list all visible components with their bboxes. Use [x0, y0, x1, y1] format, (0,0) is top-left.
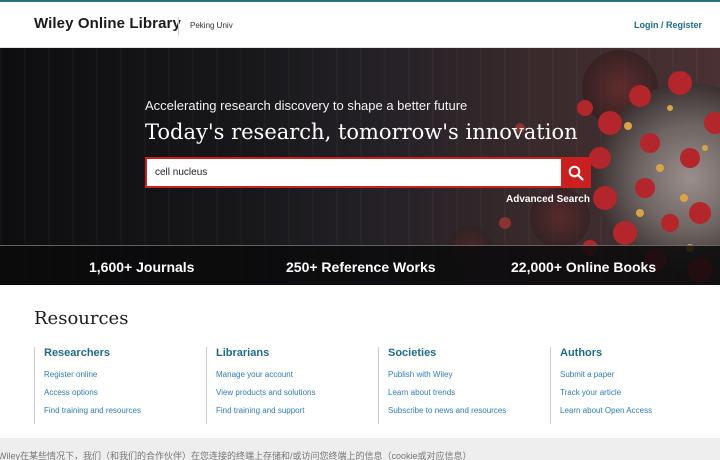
hero-tagline: Accelerating research discovery to shape…	[145, 98, 468, 113]
cookie-banner-text: Wiley在某些情况下，我们（和我们的合作伙伴）在您连接的终端上存储和/或访问您…	[0, 451, 472, 460]
search-input[interactable]	[147, 159, 562, 186]
link-learn-open-access[interactable]: Learn about Open Access	[560, 402, 710, 420]
link-learn-trends[interactable]: Learn about trends	[388, 384, 538, 402]
link-find-training-resources[interactable]: Find training and resources	[44, 402, 194, 420]
advanced-search-link[interactable]: Advanced Search	[506, 194, 590, 205]
column-title-authors[interactable]: Authors	[560, 347, 710, 359]
link-register-online[interactable]: Register online	[44, 366, 194, 384]
resources-column-societies: Societies Publish with Wiley Learn about…	[378, 347, 538, 424]
search-icon	[568, 165, 584, 181]
resources-column-researchers: Researchers Register online Access optio…	[34, 347, 194, 424]
link-manage-account[interactable]: Manage your account	[216, 366, 366, 384]
hero-headline: Today's research, tomorrow's innovation	[145, 120, 578, 144]
site-logo[interactable]: Wiley Online Library	[34, 15, 181, 32]
stats-bar: 1,600+ Journals 250+ Reference Works 22,…	[0, 245, 720, 285]
link-publish-with-wiley[interactable]: Publish with Wiley	[388, 366, 538, 384]
link-view-products[interactable]: View products and solutions	[216, 384, 366, 402]
link-find-training-support[interactable]: Find training and support	[216, 402, 366, 420]
stat-reference-works[interactable]: 250+ Reference Works	[286, 259, 436, 275]
link-track-article[interactable]: Track your article	[560, 384, 710, 402]
site-header: Wiley Online Library Peking Univ Login /…	[0, 0, 720, 48]
header-divider	[178, 17, 179, 35]
resources-column-librarians: Librarians Manage your account View prod…	[206, 347, 366, 424]
search-field[interactable]	[145, 157, 562, 188]
search-button[interactable]	[561, 157, 591, 188]
cookie-banner: Wiley在某些情况下，我们（和我们的合作伙伴）在您连接的终端上存储和/或访问您…	[0, 438, 720, 460]
link-submit-paper[interactable]: Submit a paper	[560, 366, 710, 384]
hero-banner: Accelerating research discovery to shape…	[0, 48, 720, 285]
link-access-options[interactable]: Access options	[44, 384, 194, 402]
column-title-researchers[interactable]: Researchers	[44, 347, 194, 359]
resources-heading: Resources	[34, 308, 129, 329]
column-title-societies[interactable]: Societies	[388, 347, 538, 359]
stat-online-books[interactable]: 22,000+ Online Books	[511, 259, 656, 275]
stat-journals[interactable]: 1,600+ Journals	[89, 259, 194, 275]
login-register-link[interactable]: Login / Register	[634, 20, 702, 30]
column-title-librarians[interactable]: Librarians	[216, 347, 366, 359]
link-subscribe-news[interactable]: Subscribe to news and resources	[388, 402, 538, 420]
institution-name: Peking Univ	[190, 21, 233, 30]
resources-column-authors: Authors Submit a paper Track your articl…	[550, 347, 710, 424]
